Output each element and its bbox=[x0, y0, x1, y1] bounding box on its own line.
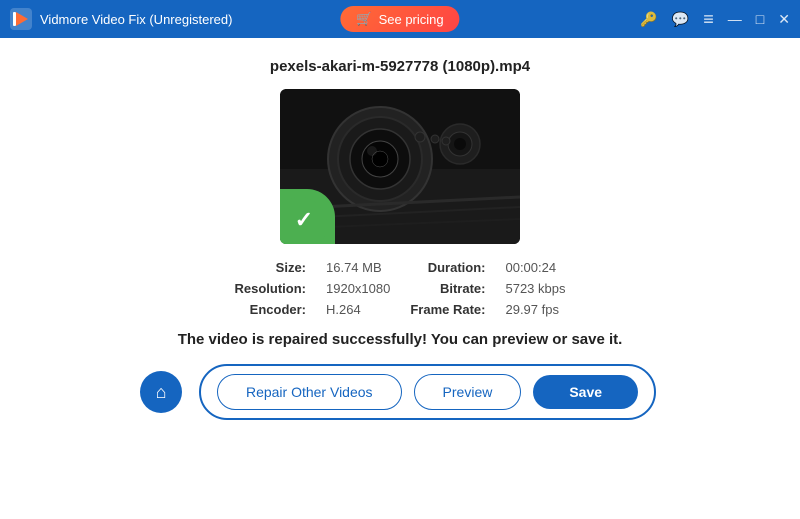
key-icon[interactable]: 🔑 bbox=[640, 11, 657, 28]
checkmark-icon: ✓ bbox=[295, 207, 313, 233]
bitrate-value: 5723 kbps bbox=[505, 281, 565, 296]
file-info-grid: Size: 16.74 MB Duration: 00:00:24 Resolu… bbox=[235, 260, 566, 317]
see-pricing-button[interactable]: 🛒 See pricing bbox=[340, 6, 459, 32]
size-label: Size: bbox=[235, 260, 307, 275]
preview-button[interactable]: Preview bbox=[414, 374, 522, 410]
framerate-value: 29.97 fps bbox=[505, 302, 565, 317]
success-checkmark-badge: ✓ bbox=[280, 189, 335, 244]
encoder-value: H.264 bbox=[326, 302, 390, 317]
bitrate-label: Bitrate: bbox=[410, 281, 485, 296]
title-bar-right: 🔑 💬 ≡ — □ ✕ bbox=[640, 9, 790, 30]
title-bar: Vidmore Video Fix (Unregistered) 🛒 See p… bbox=[0, 0, 800, 38]
menu-icon[interactable]: ≡ bbox=[703, 9, 714, 30]
duration-value: 00:00:24 bbox=[505, 260, 565, 275]
action-bar: ⌂ Repair Other Videos Preview Save bbox=[40, 364, 760, 420]
pricing-label: See pricing bbox=[379, 12, 444, 27]
cart-icon: 🛒 bbox=[356, 11, 372, 27]
close-button[interactable]: ✕ bbox=[778, 11, 790, 28]
app-title: Vidmore Video Fix (Unregistered) bbox=[40, 12, 232, 27]
resolution-value: 1920x1080 bbox=[326, 281, 390, 296]
resolution-label: Resolution: bbox=[235, 281, 307, 296]
app-logo-icon bbox=[10, 8, 32, 30]
encoder-label: Encoder: bbox=[235, 302, 307, 317]
minimize-button[interactable]: — bbox=[728, 11, 742, 27]
video-filename: pexels-akari-m-5927778 (1080p).mp4 bbox=[270, 58, 530, 75]
chat-icon[interactable]: 💬 bbox=[672, 11, 689, 28]
maximize-button[interactable]: □ bbox=[756, 11, 764, 27]
duration-label: Duration: bbox=[410, 260, 485, 275]
title-bar-left: Vidmore Video Fix (Unregistered) bbox=[10, 8, 232, 30]
action-buttons-group: Repair Other Videos Preview Save bbox=[199, 364, 656, 420]
framerate-label: Frame Rate: bbox=[410, 302, 485, 317]
home-button[interactable]: ⌂ bbox=[140, 371, 182, 413]
video-thumbnail-container: ✓ bbox=[280, 89, 520, 244]
main-content: pexels-akari-m-5927778 (1080p).mp4 bbox=[0, 38, 800, 519]
size-value: 16.74 MB bbox=[326, 260, 390, 275]
title-bar-center: 🛒 See pricing bbox=[340, 6, 459, 32]
success-message: The video is repaired successfully! You … bbox=[178, 331, 623, 348]
save-button[interactable]: Save bbox=[533, 375, 638, 409]
repair-other-videos-button[interactable]: Repair Other Videos bbox=[217, 374, 402, 410]
home-icon: ⌂ bbox=[156, 382, 167, 403]
